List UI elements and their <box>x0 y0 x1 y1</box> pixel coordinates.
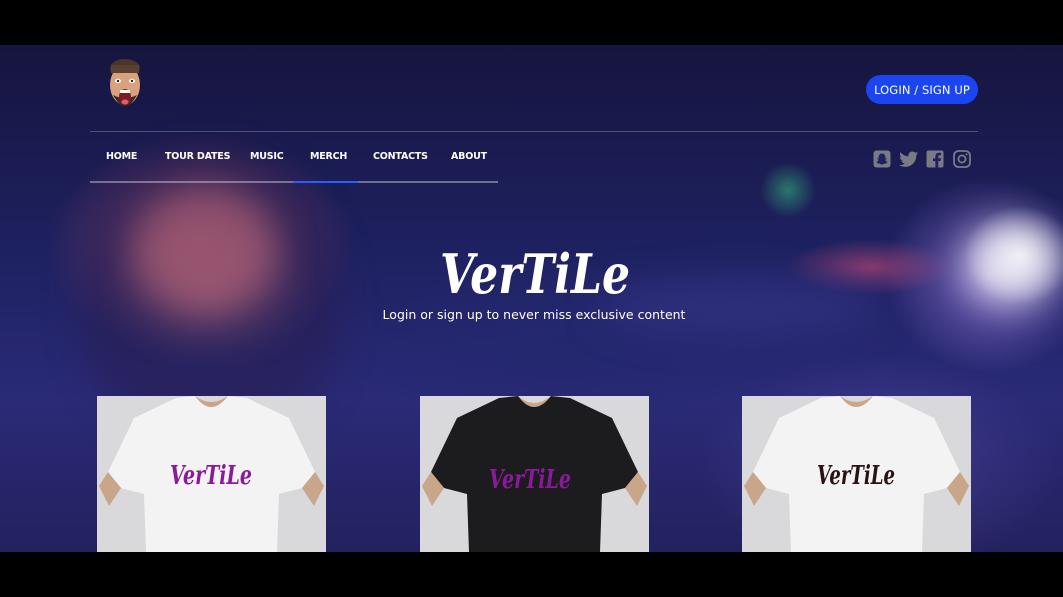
main-nav: HOME TOUR DATES MUSIC MERCH CONTACTS ABO… <box>90 145 498 183</box>
letterbox-bottom <box>0 552 1063 597</box>
nav-item-merch[interactable]: MERCH <box>310 151 347 162</box>
facebook-icon[interactable] <box>926 150 944 168</box>
tshirt-image: VerTiLe <box>744 396 969 552</box>
nav-item-about[interactable]: ABOUT <box>451 151 487 162</box>
product-card[interactable]: VerTiLe <box>97 396 326 552</box>
nav-active-indicator <box>293 181 358 183</box>
brand-title: VerTiLe <box>440 242 630 305</box>
snapchat-icon[interactable] <box>873 150 891 168</box>
shirt-print-text: VerTiLe <box>170 461 252 491</box>
header-divider <box>90 131 978 132</box>
tshirt-image: VerTiLe <box>99 396 324 552</box>
hero-tagline: Login or sign up to never miss exclusive… <box>382 307 686 322</box>
shirt-print-text: VerTiLe <box>817 461 895 491</box>
twitter-icon[interactable] <box>899 150 919 168</box>
nav-item-tour-dates[interactable]: TOUR DATES <box>165 151 230 162</box>
nav-item-contacts[interactable]: CONTACTS <box>373 151 428 162</box>
nav-item-home[interactable]: HOME <box>106 151 137 162</box>
product-card[interactable]: VerTiLe <box>420 396 649 552</box>
avatar[interactable] <box>105 55 145 119</box>
shirt-print-text: VerTiLe <box>489 465 571 495</box>
nav-item-music[interactable]: MUSIC <box>250 151 284 162</box>
letterbox-top <box>0 0 1063 45</box>
login-signup-button[interactable]: LOGIN / SIGN UP <box>866 75 978 104</box>
brand-logo: VerTiLe <box>440 242 630 305</box>
tshirt-image: VerTiLe <box>422 396 647 552</box>
product-card[interactable]: VerTiLe <box>742 396 971 552</box>
background-blur <box>965 225 1055 305</box>
background-blur <box>130 185 280 315</box>
hero-background: LOGIN / SIGN UP HOME TOUR DATES MUSIC ME… <box>0 45 1063 552</box>
instagram-icon[interactable] <box>953 150 971 168</box>
